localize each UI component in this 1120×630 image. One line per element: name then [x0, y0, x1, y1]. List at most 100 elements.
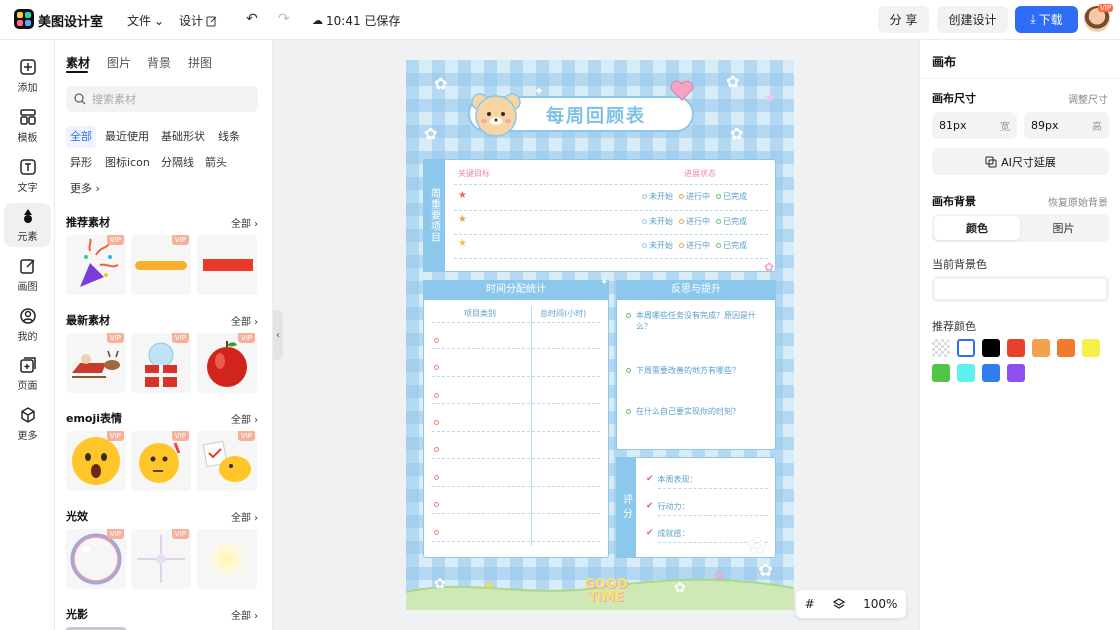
tab-images[interactable]: 图片: [107, 54, 131, 71]
time-row[interactable]: [434, 387, 439, 401]
asset-thumb-emoji-shocked[interactable]: VIP: [66, 431, 126, 491]
score-row[interactable]: ✔ 成就感：: [646, 528, 690, 539]
swatch-red[interactable]: [1007, 339, 1025, 357]
time-row[interactable]: [434, 496, 439, 510]
rail-item-pages[interactable]: 页面: [4, 352, 51, 396]
rail-item-template[interactable]: 模板: [4, 104, 51, 148]
swatch-green[interactable]: [932, 364, 950, 382]
swatch-black[interactable]: [982, 339, 1000, 357]
status-done[interactable]: 已完成: [716, 191, 747, 202]
section-all-link[interactable]: 全部 ›: [231, 509, 258, 524]
zoom-level[interactable]: 100%: [863, 597, 897, 611]
chip-arrows[interactable]: 箭头: [201, 152, 231, 174]
time-row[interactable]: [434, 469, 439, 483]
section-title-shadow: 光影: [66, 608, 88, 621]
create-design-button[interactable]: 创建设计: [937, 6, 1008, 33]
tab-materials[interactable]: 素材: [66, 54, 90, 71]
asset-thumb-bubble[interactable]: VIP: [66, 529, 126, 589]
swatch-blue[interactable]: [982, 364, 1000, 382]
section-all-link[interactable]: 全部 ›: [231, 313, 258, 328]
undo-icon[interactable]: ↶: [246, 11, 258, 27]
rail-item-elements[interactable]: 元素: [4, 203, 51, 247]
current-color-swatch[interactable]: [932, 276, 1109, 302]
chip-basic-shapes[interactable]: 基础形状: [157, 126, 209, 148]
asset-thumb-confetti[interactable]: VIP: [66, 235, 126, 295]
search-input[interactable]: 搜索素材: [66, 86, 258, 112]
time-row[interactable]: [434, 414, 439, 428]
status-row: 未开始 进行中 已完成: [642, 240, 747, 251]
section-title-emoji: emoji表情: [66, 412, 123, 425]
section-all-link[interactable]: 全部 ›: [231, 411, 258, 426]
design-menu[interactable]: 设计: [179, 12, 218, 29]
asset-thumb-sleigh[interactable]: VIP: [66, 333, 126, 393]
swatch-cyan[interactable]: [957, 364, 975, 382]
chip-recent[interactable]: 最近使用: [101, 126, 153, 148]
height-field[interactable]: 89px 高: [1024, 112, 1109, 139]
time-row[interactable]: [434, 524, 439, 538]
share-button[interactable]: 分 享: [878, 6, 929, 33]
status-not-started[interactable]: 未开始: [642, 216, 673, 227]
chip-dividers[interactable]: 分隔线: [157, 152, 198, 174]
chip-more[interactable]: 更多 ›: [66, 178, 104, 200]
asset-thumb-apple[interactable]: VIP: [197, 333, 257, 393]
status-in-progress[interactable]: 进行中: [679, 216, 710, 227]
download-button[interactable]: ⤓ 下载: [1015, 6, 1078, 33]
status-in-progress[interactable]: 进行中: [679, 240, 710, 251]
divider: [454, 210, 768, 211]
time-row[interactable]: [434, 441, 439, 455]
time-row[interactable]: [434, 332, 439, 346]
section-all-link[interactable]: 全部 ›: [231, 607, 258, 622]
asset-thumb-sparkle[interactable]: VIP: [131, 529, 191, 589]
chip-all[interactable]: 全部: [66, 126, 96, 148]
file-menu[interactable]: 文件 ⌄: [127, 12, 164, 29]
swatch-light-orange[interactable]: [1032, 339, 1050, 357]
asset-thumb-yellow-stroke[interactable]: VIP: [131, 235, 191, 295]
rail-item-add[interactable]: 添加: [4, 54, 51, 98]
width-field[interactable]: 81px 宽: [932, 112, 1017, 139]
asset-thumb-red-rect[interactable]: [197, 235, 257, 295]
status-not-started[interactable]: 未开始: [642, 191, 673, 202]
chip-icons[interactable]: 图标icon: [101, 152, 154, 174]
asset-thumb-glow[interactable]: [197, 529, 257, 589]
score-row[interactable]: ✔ 行动力：: [646, 501, 690, 512]
height-unit: 高: [1092, 122, 1102, 133]
asset-thumb-emoji-chick[interactable]: VIP: [197, 431, 257, 491]
status-done[interactable]: 已完成: [716, 240, 747, 251]
asset-thumb-gift-globe[interactable]: VIP: [131, 333, 191, 393]
grid-icon[interactable]: #: [805, 597, 815, 611]
chip-lines[interactable]: 线条: [214, 126, 244, 148]
layers-icon[interactable]: [832, 597, 846, 611]
resize-link[interactable]: 调整尺寸: [1068, 91, 1108, 106]
rail-item-mine[interactable]: 我的: [4, 303, 51, 347]
section-all-link[interactable]: 全部 ›: [231, 215, 258, 230]
chip-irregular[interactable]: 异形: [66, 152, 96, 174]
status-done[interactable]: 已完成: [716, 216, 747, 227]
swatch-transparent[interactable]: [932, 339, 950, 357]
swatch-yellow[interactable]: [1082, 339, 1100, 357]
rail-label: 元素: [17, 232, 38, 243]
swatch-purple[interactable]: [1007, 364, 1025, 382]
rail-item-draw[interactable]: 画图: [4, 253, 51, 297]
tab-collage[interactable]: 拼图: [188, 54, 212, 71]
redo-icon[interactable]: ↷: [278, 11, 290, 27]
divider: [432, 348, 600, 349]
restore-background-link[interactable]: 恢复原始背景: [1048, 194, 1108, 209]
tab-backgrounds[interactable]: 背景: [147, 54, 171, 71]
swatch-orange[interactable]: [1057, 339, 1075, 357]
collapse-panel-handle[interactable]: ‹: [273, 310, 283, 360]
status-not-started[interactable]: 未开始: [642, 240, 673, 251]
segment-color[interactable]: 颜色: [934, 216, 1020, 240]
poster-canvas[interactable]: 每周回顾表 ✿ ✿ ✿ ✿ ★ ✦ 周重要项目 关键目标 进展状态 ★ 未开始 …: [406, 60, 794, 610]
swatch-white[interactable]: [957, 339, 975, 357]
check-icon: ✔: [646, 501, 654, 511]
asset-thumb-emoji-thinking[interactable]: VIP: [131, 431, 191, 491]
score-row[interactable]: ✔ 本周表现：: [646, 474, 698, 485]
time-row[interactable]: [434, 359, 439, 373]
ai-resize-button[interactable]: AI尺寸延展: [932, 148, 1109, 175]
rail-item-text[interactable]: 文字: [4, 154, 51, 198]
rail-item-more[interactable]: 更多: [4, 402, 51, 446]
flower-icon: ✿: [674, 580, 686, 596]
status-in-progress[interactable]: 进行中: [679, 191, 710, 202]
vip-tag: VIP: [171, 529, 189, 539]
segment-image[interactable]: 图片: [1020, 216, 1107, 240]
